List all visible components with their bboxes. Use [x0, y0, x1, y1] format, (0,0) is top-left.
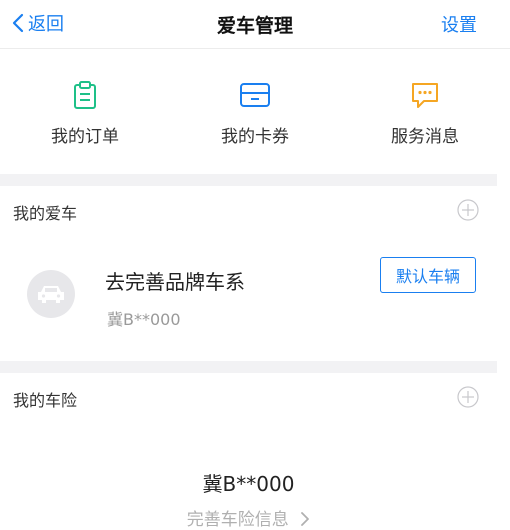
clipboard-icon	[69, 80, 101, 110]
car-name: 去完善品牌车系	[105, 270, 245, 294]
message-icon	[409, 80, 441, 110]
section-divider	[0, 361, 497, 373]
car-icon	[38, 286, 64, 303]
service-messages-button[interactable]: 服务消息	[340, 49, 510, 173]
section-divider	[0, 174, 497, 186]
plus-circle-icon	[457, 199, 479, 221]
nav-bar: 返回 爱车管理 设置	[0, 0, 510, 49]
my-cars-header: 我的爱车	[0, 186, 497, 236]
settings-button[interactable]: 设置	[441, 11, 477, 37]
chevron-right-icon	[301, 512, 310, 526]
my-orders-button[interactable]: 我的订单	[0, 49, 170, 173]
my-insurance-header: 我的车险	[0, 373, 497, 423]
car-plate: 冀B**000	[107, 310, 181, 329]
card-icon	[239, 80, 271, 110]
my-orders-label: 我的订单	[51, 127, 119, 147]
my-cars-title: 我的爱车	[13, 204, 78, 223]
my-coupons-button[interactable]: 我的卡券	[170, 49, 340, 173]
default-car-button[interactable]: 默认车辆	[380, 257, 476, 293]
car-avatar	[27, 270, 75, 318]
complete-insurance-label: 完善车险信息	[186, 510, 289, 530]
complete-insurance-link[interactable]: 完善车险信息	[0, 505, 497, 530]
insurance-plate: 冀B**000	[202, 472, 295, 496]
plus-circle-icon	[457, 386, 479, 408]
service-messages-label: 服务消息	[391, 127, 459, 147]
page-title: 爱车管理	[216, 15, 293, 37]
quick-actions: 我的订单 我的卡券 服务消息	[0, 49, 510, 173]
add-car-button[interactable]	[457, 199, 479, 221]
my-insurance-title: 我的车险	[13, 391, 78, 410]
add-insurance-button[interactable]	[457, 386, 479, 408]
my-coupons-label: 我的卡券	[221, 127, 289, 147]
car-list-item[interactable]: 去完善品牌车系 冀B**000 默认车辆	[0, 240, 497, 350]
